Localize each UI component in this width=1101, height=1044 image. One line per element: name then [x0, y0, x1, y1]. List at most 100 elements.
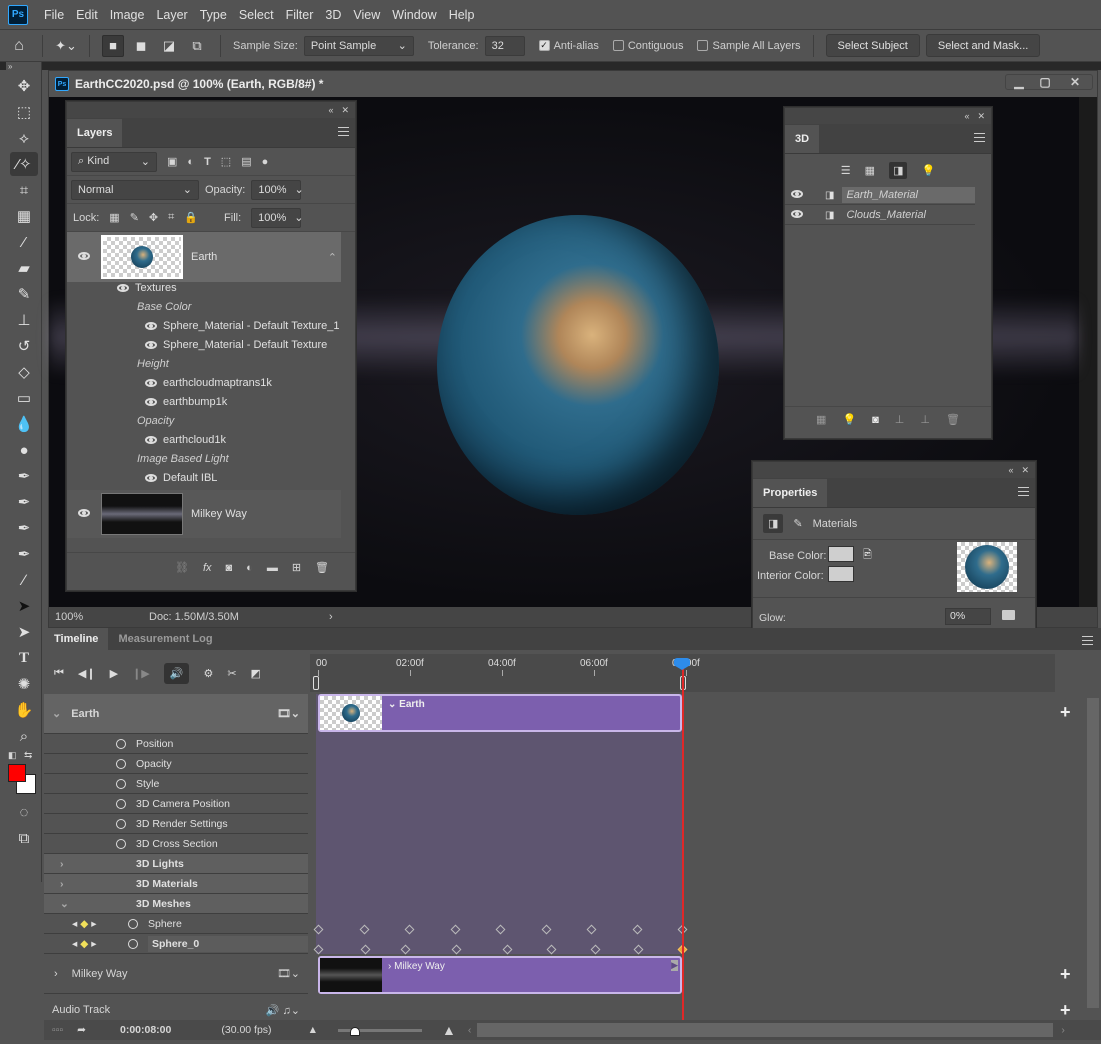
- scroll-right-icon[interactable]: ›: [1061, 1024, 1065, 1036]
- opacity-input[interactable]: 100% ⌄: [251, 179, 304, 200]
- marquee-tool-icon[interactable]: ⬚: [10, 100, 38, 124]
- tolerance-input[interactable]: 32: [484, 35, 525, 56]
- minimize-icon[interactable]: ▁: [1006, 75, 1032, 89]
- work-area-start-handle[interactable]: [313, 676, 319, 690]
- stopwatch-icon[interactable]: [116, 798, 126, 809]
- hand-tool-icon[interactable]: ✋: [10, 698, 38, 722]
- playback-settings-icon[interactable]: ⚙: [203, 667, 213, 680]
- add-audio-icon[interactable]: +: [1060, 1000, 1071, 1021]
- property-track[interactable]: 3D Render Settings: [44, 814, 308, 834]
- lock-pixels-icon[interactable]: ✎: [130, 211, 139, 224]
- add-mesh-icon[interactable]: ▦: [816, 413, 826, 426]
- convert-to-frame-animation-icon[interactable]: ▫▫▫: [52, 1024, 63, 1036]
- menu-edit[interactable]: Edit: [70, 8, 104, 22]
- delete-3d-icon[interactable]: 🗑: [946, 413, 960, 426]
- close-panel-icon[interactable]: ✕: [341, 105, 349, 116]
- sample-size-select[interactable]: Point Sample ⌄: [303, 35, 414, 56]
- group-track[interactable]: › 3D Materials: [44, 874, 308, 894]
- audio-options-icon[interactable]: 🔊 ♫⌄: [266, 1004, 300, 1017]
- visibility-eye-icon[interactable]: [67, 508, 101, 520]
- render-icon[interactable]: ◙: [872, 414, 879, 426]
- next-frame-icon[interactable]: ❙▶: [132, 667, 150, 680]
- audio-track-header[interactable]: Audio Track 🔊 ♫⌄: [44, 1000, 308, 1020]
- material-row[interactable]: ◨ Earth_Material: [785, 186, 975, 205]
- visibility-eye-icon[interactable]: [145, 474, 157, 482]
- menu-window[interactable]: Window: [386, 8, 442, 22]
- expand-toolbar-icon[interactable]: »: [6, 62, 41, 72]
- group-track[interactable]: ⌄ 3D Meshes: [44, 894, 308, 914]
- brush-tool-icon[interactable]: ✎: [10, 282, 38, 306]
- base-color-swatch[interactable]: [828, 546, 854, 562]
- screen-mode-icon[interactable]: ⧉: [10, 826, 38, 850]
- direct-selection-tool-icon[interactable]: ➤: [10, 594, 38, 618]
- property-track[interactable]: Position: [44, 734, 308, 754]
- film-strip-icon[interactable]: 🎞⌄: [277, 707, 300, 720]
- texture-item[interactable]: earthbump1k: [145, 396, 227, 408]
- property-track[interactable]: Style: [44, 774, 308, 794]
- earth-clip[interactable]: ⌄ Earth: [318, 694, 682, 732]
- texture-folder-icon[interactable]: [1002, 610, 1015, 620]
- sample-all-layers-checkbox[interactable]: Sample All Layers: [697, 40, 801, 52]
- mesh-track[interactable]: ◂ ◆ ▸ Sphere: [44, 914, 308, 934]
- visibility-eye-icon[interactable]: [145, 341, 157, 349]
- new-selection-icon[interactable]: ■: [102, 34, 124, 57]
- tab-3d[interactable]: 3D: [785, 125, 820, 153]
- gradient-tool-icon[interactable]: ▭: [10, 386, 38, 410]
- anti-alias-checkbox[interactable]: ✓ Anti-alias: [538, 40, 599, 52]
- drop-to-ground-icon[interactable]: ⊥: [895, 413, 905, 426]
- stopwatch-icon[interactable]: [128, 938, 138, 949]
- visibility-eye-icon[interactable]: [67, 251, 101, 263]
- texture-item[interactable]: earthcloudmaptrans1k: [145, 377, 272, 389]
- collapse-panel-icon[interactable]: «: [1008, 465, 1013, 475]
- lock-transparency-icon[interactable]: ▦: [109, 211, 119, 224]
- history-brush-tool-icon[interactable]: ↺: [10, 334, 38, 358]
- tab-timeline[interactable]: Timeline: [44, 628, 109, 650]
- render-video-icon[interactable]: ➦: [77, 1024, 86, 1036]
- play-icon[interactable]: ▶: [110, 667, 118, 680]
- close-panel-icon[interactable]: ✕: [1021, 465, 1029, 476]
- split-at-playhead-icon[interactable]: ✂: [227, 667, 236, 680]
- add-media-icon[interactable]: +: [1060, 964, 1071, 985]
- shape-filter-icon[interactable]: ⬚: [221, 155, 231, 168]
- new-layer-icon[interactable]: ⊞: [292, 561, 301, 574]
- path-selection-tool-icon[interactable]: ➤: [10, 620, 38, 644]
- textures-row[interactable]: Textures: [117, 282, 177, 294]
- select-and-mask-button[interactable]: Select and Mask...: [925, 34, 1041, 57]
- close-panel-icon[interactable]: ✕: [977, 111, 985, 122]
- layer-row-earth[interactable]: Earth ⌃: [67, 232, 341, 282]
- lock-artboard-icon[interactable]: ⌗: [168, 211, 174, 224]
- move-tool-icon[interactable]: ✥: [10, 74, 38, 98]
- blur-tool-icon[interactable]: 💧: [10, 412, 38, 436]
- property-track[interactable]: Opacity: [44, 754, 308, 774]
- film-strip-icon[interactable]: 🎞⌄: [277, 967, 300, 980]
- document-tab[interactable]: Ps EarthCC2020.psd @ 100% (Earth, RGB/8#…: [49, 71, 1097, 97]
- stopwatch-icon[interactable]: [128, 918, 138, 929]
- lasso-tool-icon[interactable]: ⟡: [10, 126, 38, 150]
- adjustment-layer-icon[interactable]: ◐: [246, 562, 253, 574]
- menu-file[interactable]: File: [38, 8, 70, 22]
- collapse-panel-icon[interactable]: «: [964, 111, 969, 121]
- panel-menu-icon[interactable]: [1082, 636, 1093, 645]
- texture-item[interactable]: Sphere_Material - Default Texture: [145, 339, 327, 351]
- stopwatch-icon[interactable]: [116, 838, 126, 849]
- stopwatch-icon[interactable]: [116, 738, 126, 749]
- lights-icon[interactable]: 💡: [921, 164, 935, 177]
- crop-tool-icon[interactable]: ⌗: [10, 178, 38, 202]
- slider-value-input[interactable]: 0%: [945, 608, 991, 625]
- panel-menu-icon[interactable]: [1018, 487, 1029, 496]
- earth-track-header[interactable]: ⌄ Earth 🎞⌄: [44, 694, 308, 734]
- collapse-chevron-icon[interactable]: ⌃: [328, 251, 337, 264]
- convert-point-tool-icon[interactable]: ∕: [10, 568, 38, 592]
- perspective-crop-tool-icon[interactable]: ▦: [10, 204, 38, 228]
- expand-chevron-icon[interactable]: ›: [60, 858, 136, 870]
- group-track[interactable]: › 3D Lights: [44, 854, 308, 874]
- expand-chevron-icon[interactable]: ›: [54, 968, 58, 980]
- playhead[interactable]: [682, 660, 684, 1022]
- add-mask-icon[interactable]: ◙: [226, 562, 233, 574]
- mesh-track[interactable]: ◂ ◆ ▸ Sphere_0: [44, 934, 308, 954]
- menu-3d[interactable]: 3D: [319, 8, 347, 22]
- default-colors-icon[interactable]: ◧: [8, 750, 17, 761]
- previous-frame-icon[interactable]: ◀❙: [78, 667, 96, 680]
- milky-way-track-header[interactable]: › Milkey Way 🎞⌄: [44, 954, 308, 994]
- stopwatch-icon[interactable]: [116, 758, 126, 769]
